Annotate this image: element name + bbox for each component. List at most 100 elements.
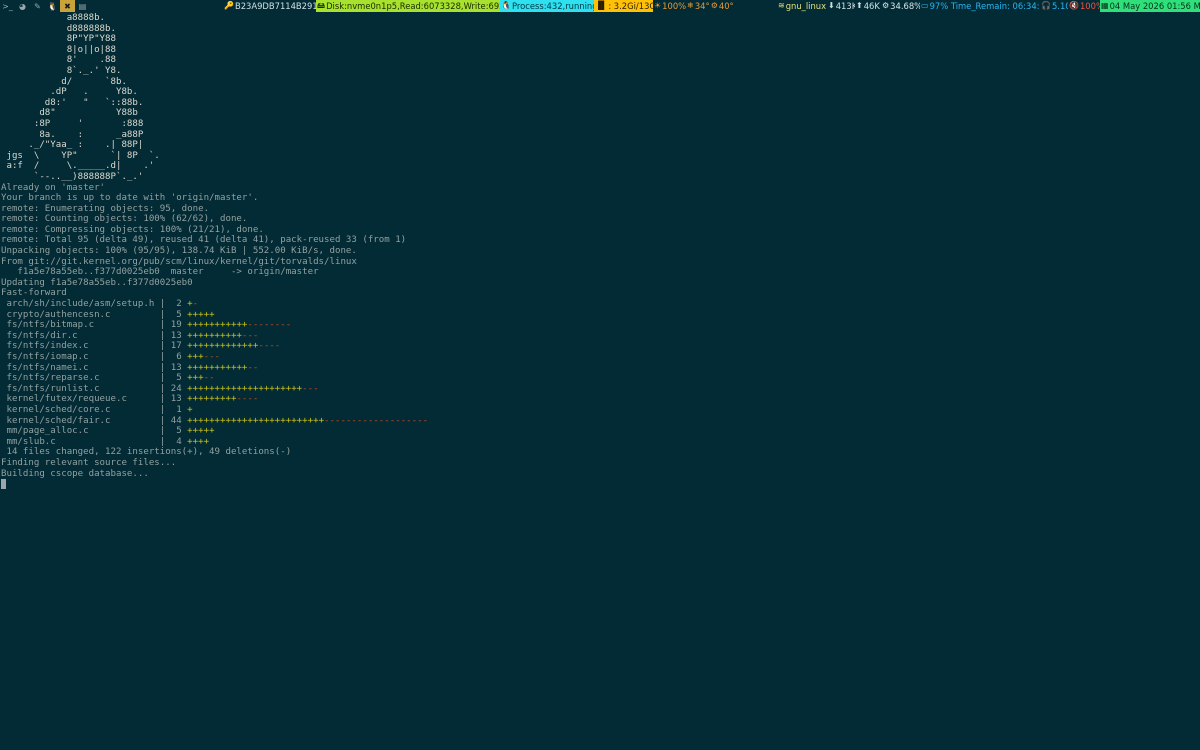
output-line: From git://git.kernel.org/pub/scm/linux/… bbox=[1, 256, 357, 267]
git-output: Already on 'master' Your branch is up to … bbox=[1, 183, 1199, 300]
disk-icon: 🖴 bbox=[317, 1, 326, 10]
ascii-art-line: d8" Y88b bbox=[1, 108, 138, 119]
output-line: Finding relevant source files... bbox=[1, 457, 177, 468]
diffstat-file: fs/ntfs/index.c | bbox=[1, 341, 171, 352]
ascii-art-line: a8888b. bbox=[1, 13, 106, 23]
disk-label: Disk:nvme0n1p5,Read:6073328,Write:692152… bbox=[326, 1, 500, 11]
ascii-art-line: d888888b. bbox=[1, 23, 116, 34]
download-widget[interactable]: ⬇ 413K bbox=[827, 0, 855, 12]
key-icon: 🔑 bbox=[224, 1, 234, 10]
brightness-label: 100% bbox=[662, 1, 687, 11]
calendar-icon: ▦ bbox=[1101, 1, 1109, 10]
document-icon[interactable]: ▤ bbox=[75, 0, 90, 12]
download-label: 413K bbox=[835, 1, 855, 11]
process-widget[interactable]: 🐧 Process:432,running:1 bbox=[500, 0, 594, 12]
memory-widget[interactable]: ▐▌ : 3.2Gi/13Gi bbox=[594, 0, 653, 12]
diffstat-count: 5 bbox=[170, 309, 188, 320]
volume-widget[interactable]: 🎧 5.10 bbox=[1040, 0, 1068, 12]
diffstat-insertions-bar: +++++++++++++ bbox=[187, 341, 259, 352]
diffstat-insertions-bar: + bbox=[187, 404, 193, 415]
tux-icon[interactable]: 🐧 bbox=[45, 0, 60, 12]
diffstat-count: 5 bbox=[170, 373, 188, 384]
cpu-gear-icon: ⚙ bbox=[882, 1, 890, 10]
ascii-art-line: 8a. : _a88P bbox=[1, 129, 144, 140]
ascii-art-line: a:f / \._____.d| .' bbox=[1, 161, 155, 172]
diffstat-file: mm/page_alloc.c | bbox=[1, 426, 171, 437]
ascii-art-line: ._/"Yaa_ : .| 88P| bbox=[1, 140, 144, 151]
build-output: 14 files changed, 122 insertions(+), 49 … bbox=[1, 447, 1199, 479]
output-line: Updating f1a5e78a55eb..f377d0025eb0 bbox=[1, 277, 193, 288]
ascii-art-line: d/ `8b. bbox=[1, 76, 127, 87]
battery-label: 97% Time_Remain: 06:34:20 bbox=[929, 1, 1040, 11]
cpu-temp-icon: ⚙ bbox=[710, 1, 718, 10]
ascii-art-line: .dP . Y8b. bbox=[1, 87, 138, 98]
diffstat-count: 2 bbox=[170, 299, 188, 310]
download-arrow-icon: ⬇ bbox=[828, 1, 835, 10]
diffstat-count: 24 bbox=[170, 383, 188, 394]
host-label: B23A9DB7114B2915 bbox=[234, 1, 316, 11]
output-line: Building cscope database... bbox=[1, 468, 149, 479]
diffstat-deletions-bar: --- bbox=[203, 352, 221, 362]
diffstat-count: 13 bbox=[170, 394, 188, 405]
output-line: Your branch is up to date with 'origin/m… bbox=[1, 193, 259, 204]
headphones-icon: 🎧 bbox=[1041, 1, 1051, 10]
diffstat-row: crypto/authencesn.c | 5 +++++ bbox=[1, 310, 1199, 321]
upload-label: 46K bbox=[863, 1, 880, 11]
tools-icon[interactable]: ✖ bbox=[60, 0, 75, 12]
output-line: remote: Total 95 (delta 49), reused 41 (… bbox=[1, 235, 407, 246]
diffstat-insertions-bar: +++++++++ bbox=[187, 394, 237, 405]
diffstat-row: kernel/sched/core.c | 1 + bbox=[1, 405, 1199, 416]
upload-widget[interactable]: ⬆ 46K bbox=[855, 0, 881, 12]
diffstat-row: mm/page_alloc.c | 5 +++++ bbox=[1, 426, 1199, 437]
edit-icon[interactable]: ✎ bbox=[30, 0, 45, 12]
diffstat-file: fs/ntfs/reparse.c | bbox=[1, 373, 171, 384]
tux-process-icon: 🐧 bbox=[501, 1, 511, 10]
speaker-widget[interactable]: 🔇 100% bbox=[1068, 0, 1100, 12]
diffstat-insertions-bar: +++++ bbox=[187, 309, 215, 320]
output-line: f1a5e78a55eb..f377d0025eb0 master -> ori… bbox=[1, 267, 319, 278]
ascii-art-line: 8P"YP"Y88 bbox=[1, 34, 116, 45]
ascii-art-line: d8:' " `::88b. bbox=[1, 97, 144, 108]
diffstat-file: kernel/sched/fair.c | bbox=[1, 415, 171, 426]
brightness-icon: ☀ bbox=[654, 1, 662, 10]
diffstat-file: fs/ntfs/dir.c | bbox=[1, 330, 171, 341]
diffstat-insertions-bar: +++ bbox=[187, 352, 204, 362]
clock-widget[interactable]: ▦ 04 May 2026 01:56 Mon bbox=[1100, 0, 1200, 12]
output-line: Already on 'master' bbox=[1, 182, 106, 193]
terminal-window[interactable]: a8888b. d888888b. 8P"YP"Y88 8|o||o|88 8'… bbox=[1, 13, 1199, 749]
wifi-widget[interactable]: ≋ gnu_linux bbox=[777, 0, 827, 12]
diffstat-row: kernel/sched/fair.c | 44 +++++++++++++++… bbox=[1, 416, 1199, 427]
diffstat-count: 5 bbox=[170, 426, 188, 437]
diffstat-deletions-bar: ---- bbox=[258, 341, 281, 352]
diffstat-deletions-bar: --- bbox=[302, 383, 319, 394]
ascii-art-line: 8|o||o|88 bbox=[1, 44, 116, 55]
diffstat-block: arch/sh/include/asm/setup.h | 2 +- crypt… bbox=[1, 299, 1199, 447]
firefox-icon[interactable]: ◕ bbox=[15, 0, 30, 12]
diffstat-count: 1 bbox=[170, 404, 188, 415]
diffstat-insertions-bar: ++++++++++ bbox=[187, 330, 242, 341]
diffstat-row: kernel/futex/requeue.c | 13 +++++++++---… bbox=[1, 394, 1199, 405]
sensors-widget[interactable]: ☀ 100% ❄ 34° ⚙ 40° bbox=[653, 0, 777, 12]
terminal-icon[interactable]: >_ bbox=[0, 0, 15, 12]
diffstat-insertions-bar: +++ bbox=[187, 373, 204, 384]
speaker-muted-icon: 🔇 bbox=[1069, 1, 1079, 10]
temp2-label: 40° bbox=[718, 1, 734, 11]
diffstat-deletions-bar: ---- bbox=[236, 394, 259, 405]
diffstat-count: 13 bbox=[170, 362, 188, 373]
diffstat-insertions-bar: +++++++++++ bbox=[187, 320, 248, 331]
diffstat-row: fs/ntfs/reparse.c | 5 +++-- bbox=[1, 373, 1199, 384]
snowflake-icon: ❄ bbox=[687, 1, 694, 10]
diffstat-row: fs/ntfs/bitmap.c | 19 +++++++++++-------… bbox=[1, 320, 1199, 331]
date-label: 04 May 2026 01:56 Mon bbox=[1109, 1, 1200, 11]
diffstat-file: fs/ntfs/runlist.c | bbox=[1, 383, 171, 394]
output-line: 14 files changed, 122 insertions(+), 49 … bbox=[1, 447, 292, 458]
cpu-widget[interactable]: ⚙ 34.68% bbox=[881, 0, 920, 12]
host-widget[interactable]: 🔑 B23A9DB7114B2915 bbox=[223, 0, 316, 12]
battery-widget[interactable]: ▭ 97% Time_Remain: 06:34:20 bbox=[920, 0, 1040, 12]
disk-widget[interactable]: 🖴 Disk:nvme0n1p5,Read:6073328,Write:6921… bbox=[316, 0, 500, 12]
workspace-switcher: >_ ◕ ✎ 🐧 ✖ ▤ bbox=[0, 0, 90, 12]
memory-label: : 3.2Gi/13Gi bbox=[608, 1, 653, 11]
wifi-icon: ≋ bbox=[778, 1, 785, 10]
prompt-line[interactable] bbox=[1, 479, 1199, 490]
ascii-art-line: 8`._.' Y8. bbox=[1, 65, 122, 76]
